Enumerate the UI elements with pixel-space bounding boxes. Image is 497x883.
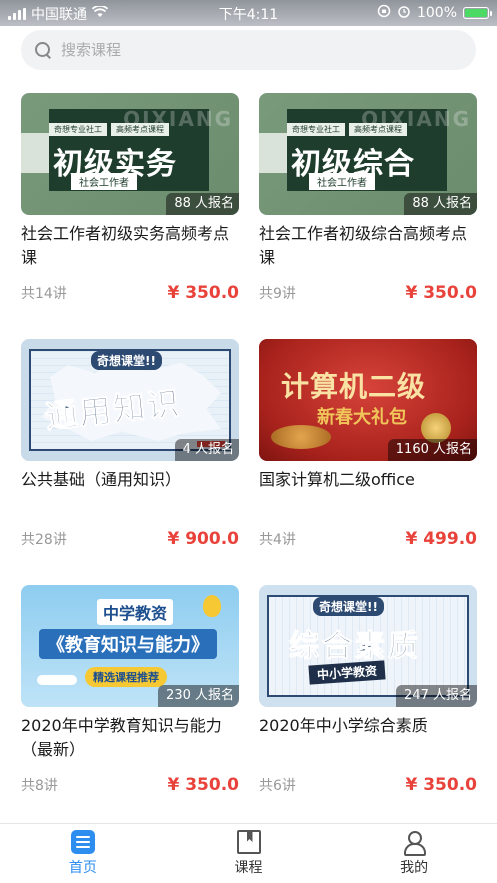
tab-mine[interactable]: 我的: [331, 824, 497, 883]
tab-home[interactable]: 首页: [0, 824, 166, 883]
course-title[interactable]: 2020年中小学综合素质: [259, 714, 477, 762]
course-meta: 共6讲 ¥ 350.0: [259, 775, 477, 795]
orientation-lock-icon: [377, 4, 391, 22]
lesson-count: 共14讲: [21, 286, 67, 302]
course-thumbnail[interactable]: QIXIANG 奇想专业社工 高频考点课程 初级综合 社会工作者 88 人报名: [259, 93, 477, 215]
course-price: ¥ 900.0: [167, 529, 239, 549]
search-icon: [33, 40, 53, 60]
cover-subtitle: 新春大礼包: [317, 407, 407, 428]
cover-headline: 综合素质: [289, 629, 421, 665]
battery-percent: 100%: [416, 5, 457, 21]
cover-subtitle: 社会工作者: [71, 173, 137, 190]
course-price: ¥ 350.0: [167, 775, 239, 795]
enrolled-count-badge: 247 人报名: [396, 685, 477, 707]
course-price: ¥ 350.0: [405, 283, 477, 303]
cover-tag: 高频考点课程: [111, 123, 169, 136]
tab-courses-label: 课程: [234, 860, 263, 876]
cover-tag: 中学教资: [97, 599, 174, 625]
cover-tag: 高频考点课程: [349, 123, 407, 136]
enrolled-count-badge: 230 人报名: [158, 685, 239, 707]
cover-headline: 《教育知识与能力》: [39, 629, 217, 659]
cover-subtitle: 社会工作者: [309, 173, 375, 190]
course-card[interactable]: QIXIANG 奇想专业社工 高频考点课程 初级综合 社会工作者 88 人报名 社…: [259, 93, 477, 304]
home-list-icon: [70, 830, 95, 854]
course-meta: 共8讲 ¥ 350.0: [21, 775, 239, 795]
course-meta: 共4讲 ¥ 499.0: [259, 529, 477, 549]
course-thumbnail[interactable]: 奇想课堂!! 通用知识 4 人报名: [21, 339, 239, 461]
course-card[interactable]: QIXIANG 奇想专业社工 高频考点课程 初级实务 社会工作者 88 人报名 社…: [21, 93, 239, 304]
cover-tag: 奇想专业社工: [287, 123, 345, 136]
status-bar: 中国联通 下午4:11 100%: [0, 0, 497, 26]
user-icon: [402, 830, 427, 856]
course-title[interactable]: 社会工作者初级实务高频考点课: [21, 222, 239, 270]
course-meta: 共9讲 ¥ 350.0: [259, 283, 477, 303]
course-grid: QIXIANG 奇想专业社工 高频考点课程 初级实务 社会工作者 88 人报名 社…: [21, 93, 477, 796]
lesson-count: 共8讲: [21, 778, 58, 794]
alarm-icon: [397, 4, 411, 22]
cover-pill: 精选课程推荐: [85, 667, 167, 687]
tab-home-label: 首页: [68, 860, 97, 876]
tab-mine-label: 我的: [400, 860, 429, 876]
cover-tag: 奇想课堂!!: [91, 351, 162, 370]
cover-headline: 计算机二级: [281, 370, 427, 403]
enrolled-count-badge: 88 人报名: [404, 193, 477, 215]
course-thumbnail[interactable]: 奇想课堂!! 综合素质 中小学教资 247 人报名: [259, 585, 477, 707]
cover-tag: 奇想课堂!!: [313, 597, 384, 616]
enrolled-count-badge: 88 人报名: [166, 193, 239, 215]
course-thumbnail[interactable]: 中学教资 《教育知识与能力》 精选课程推荐 230 人报名: [21, 585, 239, 707]
course-price: ¥ 499.0: [405, 529, 477, 549]
search-input[interactable]: [61, 41, 441, 59]
course-card[interactable]: 计算机二级 新春大礼包 1160 人报名 国家计算机二级office 共4讲 ¥…: [259, 339, 477, 550]
course-price: ¥ 350.0: [167, 283, 239, 303]
course-thumbnail[interactable]: 计算机二级 新春大礼包 1160 人报名: [259, 339, 477, 461]
lesson-count: 共6讲: [259, 778, 296, 794]
battery-icon: [463, 7, 492, 19]
lesson-count: 共28讲: [21, 532, 67, 548]
course-title[interactable]: 国家计算机二级office: [259, 468, 477, 516]
lesson-count: 共4讲: [259, 532, 296, 548]
cover-tag: 奇想专业社工: [49, 123, 107, 136]
course-title[interactable]: 公共基础（通用知识）: [21, 468, 239, 516]
book-icon: [236, 830, 261, 854]
search-bar[interactable]: [21, 30, 476, 70]
airplane-icon: [37, 675, 77, 685]
balloon-icon: [203, 595, 221, 617]
enrolled-count-badge: 1160 人报名: [387, 439, 477, 461]
course-meta: 共14讲 ¥ 350.0: [21, 283, 239, 303]
course-thumbnail[interactable]: QIXIANG 奇想专业社工 高频考点课程 初级实务 社会工作者 88 人报名: [21, 93, 239, 215]
course-price: ¥ 350.0: [405, 775, 477, 795]
tab-courses[interactable]: 课程: [166, 824, 332, 883]
bottom-tab-bar: 首页 课程 我的: [0, 823, 497, 883]
enrolled-count-badge: 4 人报名: [174, 439, 239, 461]
course-title[interactable]: 2020年中学教育知识与能力（最新）: [21, 714, 239, 762]
course-title[interactable]: 社会工作者初级综合高频考点课: [259, 222, 477, 270]
lesson-count: 共9讲: [259, 286, 296, 302]
course-card[interactable]: 中学教资 《教育知识与能力》 精选课程推荐 230 人报名 2020年中学教育知…: [21, 585, 239, 796]
status-right: 100%: [377, 4, 492, 22]
course-card[interactable]: 奇想课堂!! 通用知识 4 人报名 公共基础（通用知识） 共28讲 ¥ 900.…: [21, 339, 239, 550]
course-meta: 共28讲 ¥ 900.0: [21, 529, 239, 549]
course-card[interactable]: 奇想课堂!! 综合素质 中小学教资 247 人报名 2020年中小学综合素质 共…: [259, 585, 477, 796]
